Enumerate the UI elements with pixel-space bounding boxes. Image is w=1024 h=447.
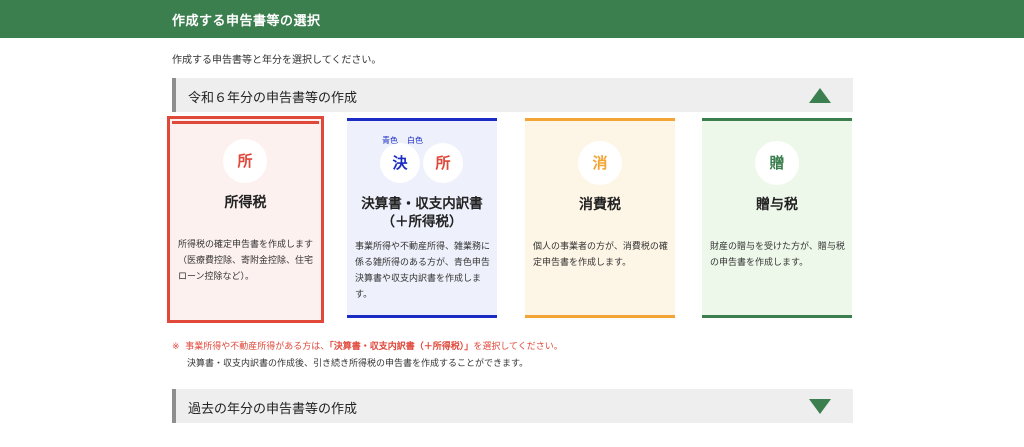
gift-tax-icon: 贈 — [755, 141, 799, 185]
card-blue-title-line2: （＋所得税） — [381, 214, 463, 230]
card-blue-title-line1: 決算書・収支内訳書 — [361, 196, 483, 212]
note-line1: ※ 事業所得や不動産所得がある方は、「決算書・収支内訳書（＋所得税）」を選択して… — [172, 339, 563, 352]
card-income-desc: 所得税の確定申告書を作成します（医療費控除、寄附金控除、住宅ローン控除など）。 — [178, 240, 314, 282]
collapse-arrow-up-icon[interactable] — [809, 88, 831, 103]
note-part2: を選択してください。 — [473, 342, 563, 352]
card-blue-desc: 事業所得や不動産所得、雑業務に係る雑所得のある方が、青色申告決算書や収支内訳書を… — [355, 242, 491, 300]
income-tax-icon: 所 — [223, 139, 267, 183]
statement-icon: 決 — [380, 143, 420, 183]
section-past-years[interactable]: 過去の年分の申告書等の作成 — [172, 389, 853, 423]
section-current-year[interactable]: 令和６年分の申告書等の作成 — [172, 78, 853, 112]
section-past-title: 過去の年分の申告書等の作成 — [188, 402, 358, 417]
card-income-title: 所得税 — [224, 195, 267, 211]
card-income-tax[interactable]: 所 所得税 所得税の確定申告書を作成します（医療費控除、寄附金控除、住宅ローン控… — [167, 116, 324, 323]
card-consumption-desc: 個人の事業者の方が、消費税の確定申告書を作成します。 — [533, 242, 668, 268]
card-blue-title: 決算書・収支内訳書 （＋所得税） — [347, 195, 497, 231]
income-tax-small-icon: 所 — [423, 143, 463, 183]
note-line2: 決算書・収支内訳書の作成後、引き続き所得税の申告書を作成することができます。 — [187, 359, 529, 369]
expand-arrow-down-icon[interactable] — [809, 399, 831, 414]
card-consumption-title: 消費税 — [579, 197, 621, 213]
note-mark: ※ — [172, 342, 180, 352]
section-current-title: 令和６年分の申告書等の作成 — [188, 91, 358, 106]
page-header: 作成する申告書等の選択 — [0, 0, 1024, 38]
consumption-tax-icon: 消 — [578, 141, 622, 185]
card-gift-desc: 財産の贈与を受けた方が、贈与税の申告書を作成します。 — [710, 242, 845, 268]
note-part1: 事業所得や不動産所得がある方は、 — [185, 342, 330, 352]
card-gift-title: 贈与税 — [756, 197, 798, 213]
header-title: 作成する申告書等の選択 — [172, 14, 321, 29]
card-consumption-tax[interactable]: 消 消費税 個人の事業者の方が、消費税の確定申告書を作成します。 — [525, 118, 675, 318]
card-gift-tax[interactable]: 贈 贈与税 財産の贈与を受けた方が、贈与税の申告書を作成します。 — [702, 118, 852, 318]
note-strong: 「決算書・収支内訳書（＋所得税）」 — [329, 342, 474, 352]
card-financial-statements[interactable]: 青色 白色 決 所 決算書・収支内訳書 （＋所得税） 事業所得や不動産所得、雑業… — [347, 118, 497, 318]
intro-text: 作成する申告書等と年分を選択してください。 — [172, 55, 382, 66]
